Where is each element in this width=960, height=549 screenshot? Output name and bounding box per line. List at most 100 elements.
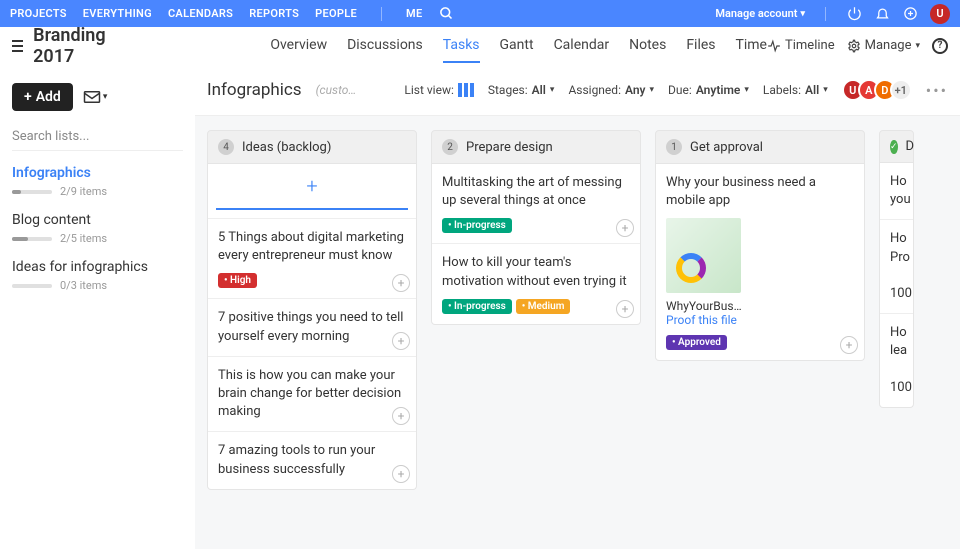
filter-labels[interactable]: Labels: All ▾ bbox=[763, 83, 828, 97]
progress-bar bbox=[12, 284, 52, 288]
more-menu[interactable]: ••• bbox=[926, 81, 948, 100]
task-card[interactable]: 7 positive things you need to tell yours… bbox=[208, 298, 416, 355]
timeline-link[interactable]: Timeline bbox=[767, 38, 835, 53]
tag-high: • High bbox=[218, 273, 257, 288]
column-count: 1 bbox=[666, 139, 682, 155]
nav-divider bbox=[381, 7, 382, 21]
card-thumbnail bbox=[666, 218, 741, 293]
tab-notes[interactable]: Notes bbox=[629, 29, 666, 63]
progress-bar bbox=[12, 190, 52, 194]
assignee-avatars[interactable]: UAD+1 bbox=[842, 79, 912, 101]
progress-bar bbox=[12, 237, 52, 241]
power-icon[interactable] bbox=[846, 6, 862, 22]
column-title: Get approval bbox=[690, 140, 763, 155]
project-tabs: Overview Discussions Tasks Gantt Calenda… bbox=[270, 29, 767, 63]
manage-dropdown[interactable]: Manage ▾ bbox=[847, 38, 920, 53]
nav-reports[interactable]: REPORTS bbox=[249, 7, 299, 20]
proof-file-link[interactable]: Proof this file bbox=[666, 313, 854, 327]
user-avatar[interactable]: U bbox=[930, 4, 950, 24]
mail-dropdown[interactable]: ▾ bbox=[83, 90, 108, 104]
more-assignees[interactable]: +1 bbox=[890, 79, 912, 101]
add-card-button[interactable]: + bbox=[216, 164, 408, 210]
add-circle-icon[interactable] bbox=[902, 6, 918, 22]
bell-icon[interactable] bbox=[874, 6, 890, 22]
nav-projects[interactable]: PROJECTS bbox=[10, 7, 67, 20]
manage-account-link[interactable]: Manage account ▾ bbox=[715, 7, 805, 20]
column-header[interactable]: ✓Di bbox=[879, 130, 914, 163]
file-name: WhyYourBus… bbox=[666, 299, 854, 313]
card-add-icon[interactable]: + bbox=[616, 219, 634, 237]
list-name: Ideas for infographics bbox=[12, 259, 183, 275]
tag-approved: • Approved bbox=[666, 335, 727, 350]
nav-me[interactable]: ME bbox=[406, 7, 422, 20]
menu-icon[interactable] bbox=[12, 40, 23, 52]
search-lists-input[interactable]: Search lists... bbox=[12, 129, 183, 151]
tab-time[interactable]: Time bbox=[736, 29, 767, 63]
filters: List view: Stages: All ▾ Assigned: Any ▾… bbox=[404, 79, 948, 101]
filter-label: Assigned: bbox=[568, 83, 621, 97]
card-text: HoPro100 bbox=[890, 230, 903, 303]
nav-people[interactable]: PEOPLE bbox=[315, 7, 357, 20]
tag-inprogress: • In-progress bbox=[442, 299, 512, 314]
chevron-down-icon: ▾ bbox=[103, 92, 108, 102]
kanban-board: 4Ideas (backlog)+5 Things about digital … bbox=[195, 116, 960, 549]
activity-icon bbox=[767, 39, 781, 53]
task-card[interactable]: HoPro100 bbox=[880, 219, 913, 313]
filter-stages[interactable]: Stages: All ▾ bbox=[488, 83, 555, 97]
task-card[interactable]: 7 amazing tools to run your business suc… bbox=[208, 431, 416, 488]
card-text: 7 amazing tools to run your business suc… bbox=[218, 442, 406, 478]
sidebar-list-item[interactable]: Infographics 2/9 items bbox=[12, 165, 183, 198]
task-card[interactable]: How to kill your team's motivation witho… bbox=[432, 243, 640, 323]
column-body: +5 Things about digital marketing every … bbox=[207, 164, 417, 490]
tab-discussions[interactable]: Discussions bbox=[347, 29, 423, 63]
filter-assigned[interactable]: Assigned: Any ▾ bbox=[568, 83, 654, 97]
filter-due[interactable]: Due: Anytime ▾ bbox=[668, 83, 749, 97]
card-add-icon[interactable]: + bbox=[392, 274, 410, 292]
task-card[interactable]: This is how you can make your brain chan… bbox=[208, 356, 416, 432]
chevron-down-icon: ▾ bbox=[915, 41, 920, 51]
task-card[interactable]: 5 Things about digital marketing every e… bbox=[208, 218, 416, 298]
task-card[interactable]: Multitasking the art of messing up sever… bbox=[432, 164, 640, 243]
column-body: Why your business need a mobile appWhyYo… bbox=[655, 164, 865, 361]
main: + Add ▾ Search lists... Infographics 2/9… bbox=[0, 65, 960, 549]
plus-icon: + bbox=[24, 89, 32, 105]
timeline-label: Timeline bbox=[785, 38, 835, 53]
card-text: Hoyou bbox=[890, 173, 903, 209]
tab-overview[interactable]: Overview bbox=[270, 29, 327, 63]
tab-tasks[interactable]: Tasks bbox=[443, 29, 480, 63]
column-header[interactable]: 1 Get approval bbox=[655, 130, 865, 164]
card-tags: • High bbox=[218, 273, 406, 288]
card-add-icon[interactable]: + bbox=[392, 465, 410, 483]
tab-calendar[interactable]: Calendar bbox=[554, 29, 610, 63]
column-title: Prepare design bbox=[466, 140, 553, 155]
chevron-down-icon: ▾ bbox=[744, 85, 749, 95]
filter-value: Anytime bbox=[696, 83, 741, 97]
nav-calendars[interactable]: CALENDARS bbox=[168, 7, 233, 20]
project-bar-right: Timeline Manage ▾ ? bbox=[767, 38, 948, 54]
list-count: 2/9 items bbox=[60, 185, 107, 198]
tab-gantt[interactable]: Gantt bbox=[500, 29, 534, 63]
sidebar-list-item[interactable]: Ideas for infographics 0/3 items bbox=[12, 259, 183, 292]
task-card[interactable]: Why your business need a mobile appWhyYo… bbox=[656, 164, 864, 360]
tab-files[interactable]: Files bbox=[686, 29, 715, 63]
column-header[interactable]: 4Ideas (backlog) bbox=[207, 130, 417, 164]
column-header[interactable]: 2Prepare design bbox=[431, 130, 641, 164]
search-icon[interactable] bbox=[438, 6, 454, 22]
task-card[interactable]: Hoyou bbox=[880, 163, 913, 219]
sidebar-list-item[interactable]: Blog content 2/5 items bbox=[12, 212, 183, 245]
add-button-label: Add bbox=[36, 89, 61, 105]
column-title: Di bbox=[906, 139, 914, 154]
kanban-column: 4Ideas (backlog)+5 Things about digital … bbox=[207, 130, 417, 535]
help-icon[interactable]: ? bbox=[932, 38, 948, 54]
filter-value: All bbox=[532, 83, 546, 97]
card-add-icon[interactable]: + bbox=[840, 336, 858, 354]
nav-everything[interactable]: EVERYTHING bbox=[83, 7, 152, 20]
card-add-icon[interactable]: + bbox=[616, 300, 634, 318]
task-card[interactable]: Holea100 bbox=[880, 313, 913, 407]
add-button[interactable]: + Add bbox=[12, 83, 73, 111]
card-add-icon[interactable]: + bbox=[392, 332, 410, 350]
list-view-toggle[interactable]: List view: bbox=[404, 83, 474, 97]
card-add-icon[interactable]: + bbox=[392, 407, 410, 425]
card-text: How to kill your team's motivation witho… bbox=[442, 254, 630, 290]
kanban-column: 1 Get approval Why your business need a mo… bbox=[655, 130, 865, 535]
